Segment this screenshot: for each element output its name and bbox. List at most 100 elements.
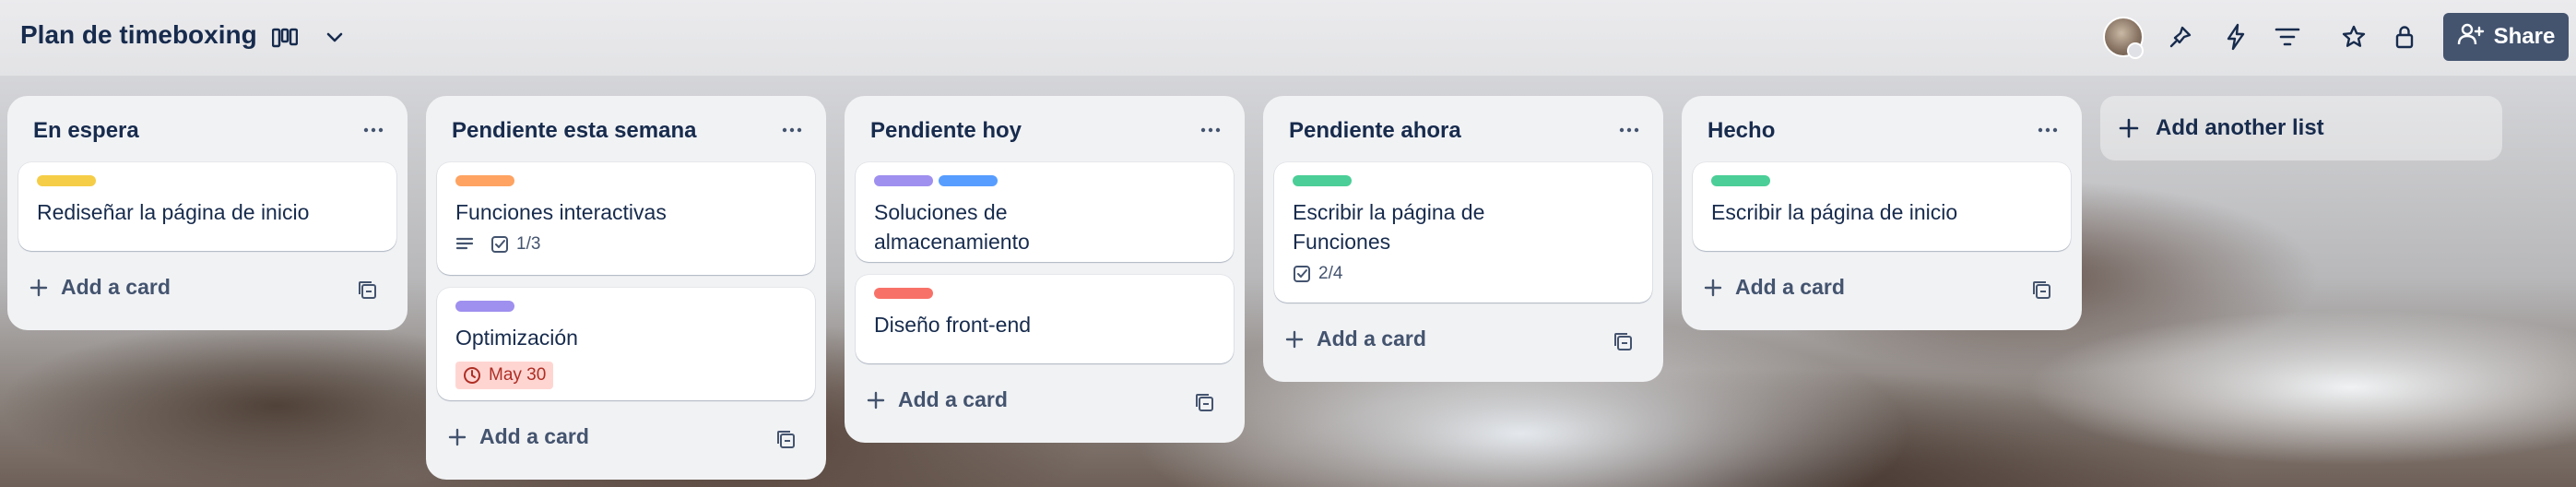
share-button[interactable]: Share [2443, 13, 2569, 61]
add-card-label: Add a card [1735, 275, 1845, 299]
card-labels[interactable] [874, 288, 1215, 301]
card[interactable]: Escribir la página de inicio [1693, 162, 2071, 251]
list-header: En espera [7, 96, 408, 162]
label-green[interactable] [1711, 175, 1770, 186]
card-title: Soluciones de almacenamiento [874, 200, 1030, 254]
list-title[interactable]: Hecho [1707, 118, 1775, 144]
board-title[interactable]: Plan de timeboxing [20, 20, 257, 50]
list-header: Pendiente esta semana [426, 96, 826, 162]
board-view-switcher[interactable] [267, 20, 352, 55]
add-list-label: Add another list [2156, 115, 2324, 140]
add-card-row: Add a card [856, 376, 1234, 430]
card[interactable]: Diseño front-end [856, 275, 1234, 363]
list-pendiente-ahora: Pendiente ahora Escribir la página de Fu… [1263, 96, 1663, 382]
add-card-label: Add a card [479, 424, 589, 448]
more-options-icon[interactable] [776, 116, 808, 144]
label-purple[interactable] [455, 301, 514, 312]
card[interactable]: Soluciones de almacenamiento [856, 162, 1234, 262]
board-header: Plan de timeboxing Share [0, 0, 2576, 76]
checklist-icon [1294, 266, 1310, 282]
share-label: Share [2493, 24, 2556, 49]
add-card-label: Add a card [61, 275, 171, 299]
card-badges: 1/3 [455, 234, 797, 255]
card[interactable]: Rediseñar la página de inicio [18, 162, 396, 251]
plus-icon [1704, 279, 1722, 296]
filter-icon[interactable] [2270, 19, 2305, 54]
description-icon [455, 236, 474, 253]
add-list-button[interactable]: Add another list [2100, 96, 2502, 160]
card[interactable]: Escribir la página de Funciones 2/4 [1274, 162, 1652, 303]
more-options-icon[interactable] [1195, 116, 1226, 144]
add-card-label: Add a card [1317, 327, 1426, 350]
more-options-icon[interactable] [358, 116, 389, 144]
plus-icon [2119, 118, 2139, 138]
checklist-count: 1/3 [516, 234, 541, 254]
add-card-button[interactable]: Add a card [30, 275, 171, 300]
more-options-icon[interactable] [1613, 116, 1645, 144]
add-card-button[interactable]: Add a card [867, 387, 1008, 412]
list-title[interactable]: En espera [33, 118, 139, 144]
board-view-icon[interactable] [267, 20, 302, 55]
checklist-icon [491, 236, 508, 253]
list-header: Pendiente hoy [845, 96, 1245, 162]
star-icon[interactable] [2336, 19, 2371, 54]
list-title[interactable]: Pendiente ahora [1289, 118, 1461, 144]
add-card-row: Add a card [1693, 264, 2071, 317]
clock-icon [464, 367, 480, 384]
list-pendiente-hoy: Pendiente hoy Soluciones de almacenamien… [845, 96, 1245, 443]
add-card-row: Add a card [437, 413, 815, 467]
label-red[interactable] [874, 288, 933, 299]
card-labels[interactable] [37, 175, 378, 188]
card-title: Optimización [455, 326, 578, 350]
due-date: May 30 [489, 365, 547, 385]
add-card-label: Add a card [898, 387, 1008, 411]
card-labels[interactable] [874, 175, 1215, 188]
add-member-icon [2457, 22, 2485, 53]
card-labels[interactable] [455, 301, 797, 314]
list-title[interactable]: Pendiente hoy [870, 118, 1022, 144]
card-template-icon[interactable] [1612, 330, 1636, 354]
label-orange[interactable] [455, 175, 514, 186]
label-yellow[interactable] [37, 175, 96, 186]
card-badges: 2/4 [1293, 264, 1634, 284]
add-card-button[interactable]: Add a card [448, 424, 589, 449]
card[interactable]: Optimización May 30 [437, 288, 815, 400]
card-template-icon[interactable] [356, 279, 380, 303]
add-card-button[interactable]: Add a card [1285, 327, 1426, 351]
card-title: Escribir la página de inicio [1711, 200, 1958, 224]
card[interactable]: Funciones interactivas 1/3 [437, 162, 815, 275]
plus-icon [30, 279, 48, 296]
power-ups-icon[interactable] [2163, 19, 2198, 54]
list-header: Pendiente ahora [1263, 96, 1663, 162]
label-blue[interactable] [939, 175, 998, 186]
plus-icon [448, 428, 467, 445]
visibility-lock-icon[interactable] [2387, 19, 2422, 54]
more-options-icon[interactable] [2032, 116, 2063, 144]
plus-icon [867, 391, 885, 409]
add-card-button[interactable]: Add a card [1704, 275, 1845, 300]
chevron-down-icon[interactable] [317, 20, 352, 55]
card-labels[interactable] [1711, 175, 2052, 188]
label-purple[interactable] [874, 175, 933, 186]
automation-icon[interactable] [2218, 19, 2253, 54]
list-pendiente-esta-semana: Pendiente esta semana Funciones interact… [426, 96, 826, 480]
card-template-icon[interactable] [1193, 391, 1217, 415]
plus-icon [1285, 330, 1304, 348]
card-labels[interactable] [1293, 175, 1634, 188]
label-green[interactable] [1293, 175, 1352, 186]
card-template-icon[interactable] [774, 428, 798, 452]
list-en-espera: En espera Rediseñar la página de inicio … [7, 96, 408, 330]
card-title: Rediseñar la página de inicio [37, 200, 310, 224]
card-title: Funciones interactivas [455, 200, 667, 224]
due-date-badge[interactable]: May 30 [455, 362, 554, 389]
card-template-icon[interactable] [2030, 279, 2054, 303]
list-title[interactable]: Pendiente esta semana [452, 118, 696, 144]
add-card-row: Add a card [1274, 315, 1652, 369]
add-card-row: Add a card [18, 264, 396, 317]
card-title: Diseño front-end [874, 313, 1032, 337]
list-hecho: Hecho Escribir la página de inicio Add a… [1682, 96, 2082, 330]
checklist-badge: 1/3 [490, 234, 540, 255]
checklist-badge: 2/4 [1293, 264, 1342, 284]
card-labels[interactable] [455, 175, 797, 188]
admin-badge-icon [2127, 42, 2144, 59]
